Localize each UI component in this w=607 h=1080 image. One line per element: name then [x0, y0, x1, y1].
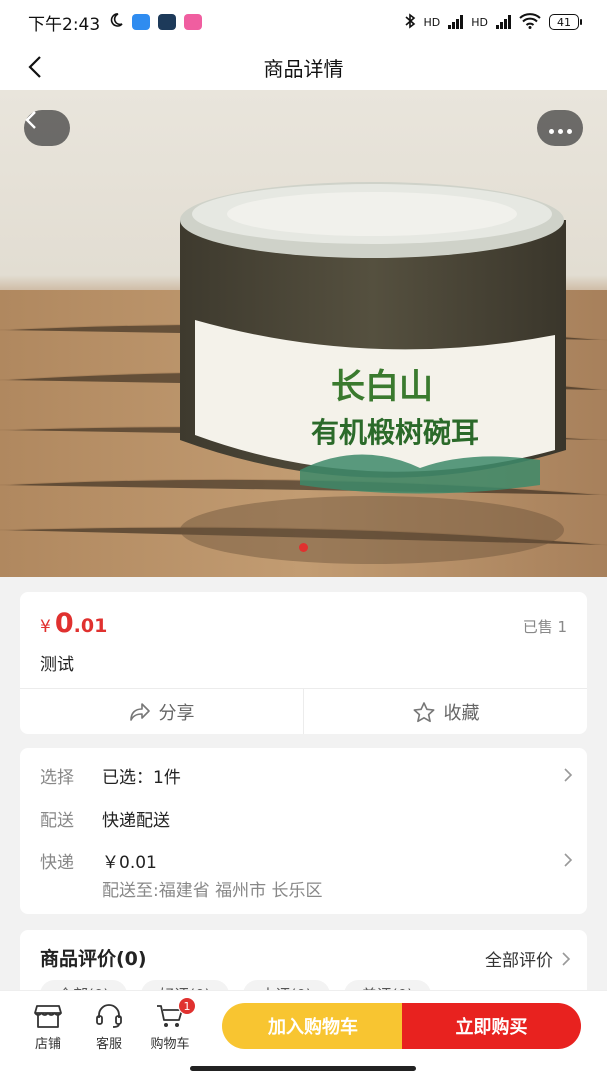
battery-icon: 41	[549, 14, 582, 30]
price-card: ¥ 0 .01 已售 1 测试 分享 收藏	[20, 592, 587, 734]
add-to-cart-button[interactable]: 加入购物车	[222, 1003, 404, 1049]
cart-label: 购物车	[150, 1037, 190, 1052]
buy-now-button[interactable]: 立即购买	[402, 1003, 581, 1049]
jar-label-subtitle: 有机椴树碗耳	[311, 416, 479, 449]
share-icon	[129, 702, 150, 721]
favorite-label: 收藏	[443, 702, 480, 724]
price-currency: ¥	[40, 617, 51, 637]
more-icon	[547, 119, 574, 138]
spec-delivery-label: 配送	[40, 810, 74, 831]
price-integer: 0	[54, 608, 74, 639]
chevron-left-icon	[25, 111, 36, 129]
spec-select-value: 已选：1件	[102, 767, 181, 788]
spec-express-row[interactable]: 快递 ￥0.01	[40, 847, 573, 873]
reviews-title: 商品评价(0)	[40, 948, 147, 970]
spec-card: 选择 已选：1件 配送 快递配送 快递 ￥0.01 配送至:福建省 福州市 长乐…	[20, 748, 587, 914]
spec-express-label: 快递	[40, 852, 74, 873]
spec-express-value: ￥0.01	[102, 852, 157, 873]
back-button[interactable]	[20, 52, 50, 82]
battery-level: 41	[557, 15, 571, 29]
wifi-icon	[519, 12, 541, 32]
app-notification-icon	[132, 14, 151, 30]
headset-icon	[96, 1004, 122, 1028]
price: ¥ 0 .01	[40, 608, 107, 639]
store-label: 店铺	[34, 1037, 61, 1052]
image-back-button[interactable]	[24, 110, 70, 146]
home-indicator	[190, 1066, 416, 1071]
all-reviews-label: 全部评价	[485, 951, 553, 971]
signal-icon	[448, 15, 464, 29]
page-title: 商品详情	[263, 56, 344, 81]
status-right: HD HD 41	[404, 12, 582, 32]
hd-label: HD	[423, 15, 441, 29]
chevron-right-icon	[564, 768, 573, 782]
favorite-button[interactable]: 收藏	[303, 689, 587, 734]
action-row: 分享 收藏	[20, 688, 587, 734]
app-notification-icon	[184, 14, 203, 30]
store-icon	[34, 1005, 62, 1028]
star-icon	[413, 701, 434, 722]
nav-bar: 商品详情	[0, 44, 607, 90]
more-button[interactable]	[537, 110, 583, 146]
share-label: 分享	[158, 702, 195, 724]
app-notification-icon	[158, 14, 177, 30]
cart-badge: 1	[178, 997, 196, 1015]
cart-tab[interactable]: 1 购物车	[140, 997, 200, 1052]
spec-select-row[interactable]: 选择 已选：1件	[40, 762, 573, 788]
moon-icon	[108, 12, 124, 33]
ship-to-address: 配送至:福建省 福州市 长乐区	[102, 881, 323, 901]
all-reviews-link[interactable]: 全部评价	[485, 946, 571, 971]
sold-count: 已售 1	[522, 618, 567, 636]
hd-label: HD	[471, 15, 488, 29]
chevron-right-icon	[562, 951, 571, 966]
status-left: 下午2:43	[28, 10, 203, 35]
product-photo: 长白山 有机椴树碗耳	[0, 182, 607, 577]
product-name: 测试	[40, 655, 74, 675]
spec-delivery-row: 配送 快递配送	[40, 805, 573, 831]
spec-select-label: 选择	[40, 767, 74, 788]
spec-delivery-value: 快递配送	[102, 810, 170, 831]
store-tab[interactable]: 店铺	[18, 1003, 78, 1052]
carousel-indicator	[299, 543, 308, 552]
signal-icon	[496, 15, 511, 29]
status-time: 下午2:43	[28, 14, 101, 35]
share-button[interactable]: 分享	[20, 689, 303, 734]
status-bar: 下午2:43 HD HD 41	[0, 0, 607, 44]
jar-label-title: 长白山	[331, 367, 433, 407]
chevron-right-icon	[564, 853, 573, 867]
product-image[interactable]: 长白山 有机椴树碗耳	[0, 90, 607, 577]
chevron-left-icon	[28, 56, 41, 78]
bluetooth-icon	[404, 12, 416, 32]
service-tab[interactable]: 客服	[79, 1003, 139, 1052]
price-decimal: .01	[73, 615, 108, 637]
service-label: 客服	[95, 1037, 122, 1052]
